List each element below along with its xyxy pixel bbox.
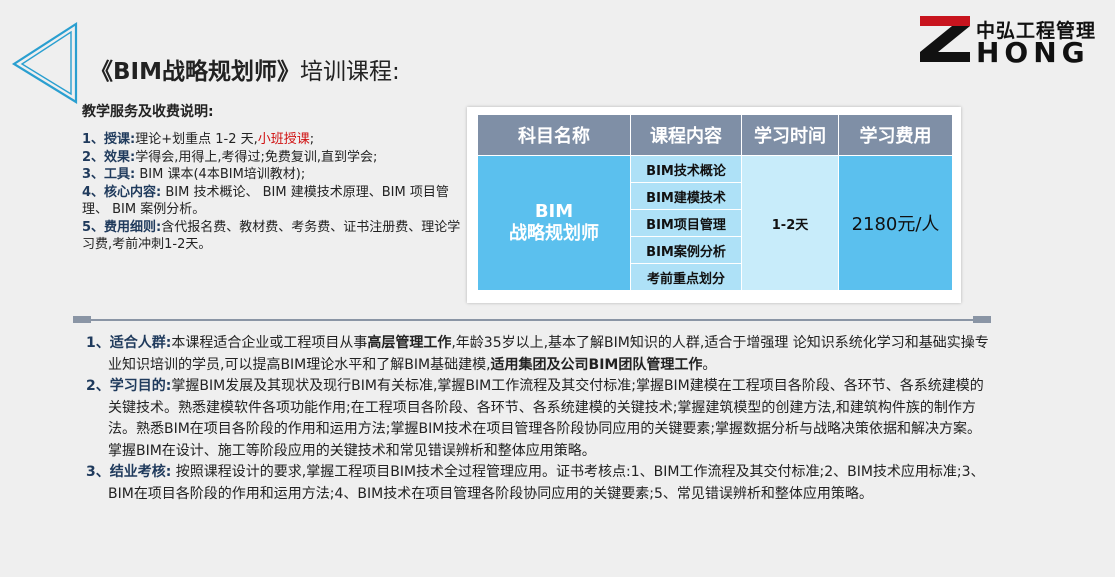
audience-text-1: 本课程适合企业或工程项目从事 (171, 335, 368, 351)
service-item: 3、工具: BIM 课本(4本BIM培训教材); (82, 166, 462, 184)
audience-bold-2: 适用集团及公司BIM团队管理工作 (490, 356, 703, 373)
service-heading: 教学服务及收费说明: (82, 104, 214, 120)
price-table: 科目名称 课程内容 学习时间 学习费用 BIM 战略规划师 BIM技术概论 1-… (477, 114, 953, 291)
audience-bold-1: 高层管理工作 (367, 335, 452, 351)
fee-cell: 2180元/人 (838, 155, 953, 291)
service-label: 3、工具: (82, 167, 136, 182)
service-tail: ; (309, 132, 315, 147)
content-cell: BIM技术概论 (630, 155, 742, 183)
service-label: 4、核心内容: (82, 184, 162, 200)
section-divider (73, 316, 991, 324)
table-header-row: 科目名称 课程内容 学习时间 学习费用 (477, 114, 953, 156)
header-content: 课程内容 (630, 114, 742, 156)
table-row: BIM 战略规划师 BIM技术概论 1-2天 2180元/人 (477, 155, 953, 291)
goal-text: 掌握BIM发展及其现状及现行BIM有关标准,掌握BIM工作流程及其交付标准;掌握… (108, 378, 984, 459)
service-text: 理论+划重点 1-2 天, (135, 132, 258, 147)
content-cell: BIM案例分析 (630, 236, 742, 264)
goal-paragraph: 2、学习目的:掌握BIM发展及其现状及现行BIM有关标准,掌握BIM工作流程及其… (86, 376, 991, 462)
triangle-logo-icon (11, 21, 78, 104)
content-cell: BIM项目管理 (630, 209, 742, 237)
header-time: 学习时间 (741, 114, 839, 156)
service-item: 2、效果:学得会,用得上,考得过;免费复训,直到学会; (82, 149, 462, 167)
subject-line2: 战略规划师 (509, 223, 599, 244)
audience-label: 1、适合人群: (86, 335, 172, 351)
brand-logo: 中弘工程管理 HONG (918, 14, 1098, 69)
header-fee: 学习费用 (838, 114, 953, 156)
page-title: 《BIM战略规划师》培训课程: (90, 52, 400, 86)
service-label: 1、授课: (82, 132, 136, 147)
divider-line (83, 319, 981, 321)
exam-paragraph: 3、结业考核: 按照课程设计的要求,掌握工程项目BIM技术全过程管理应用。证书考… (86, 462, 991, 505)
z-logo-icon (920, 16, 970, 62)
details-section: 1、适合人群:本课程适合企业或工程项目从事高层管理工作,年龄35岁以上,基本了解… (86, 333, 991, 505)
service-label: 2、效果: (82, 149, 136, 165)
audience-text-3: 。 (702, 356, 717, 373)
service-list: 1、授课:理论+划重点 1-2 天,小班授课; 2、效果:学得会,用得上,考得过… (82, 131, 462, 254)
goal-label: 2、学习目的: (86, 378, 172, 394)
content-cell: 考前重点划分 (630, 263, 742, 291)
service-highlight: 小班授课 (257, 132, 310, 147)
service-item: 4、核心内容: BIM 技术概论、 BIM 建模技术原理、BIM 项目管理、 B… (82, 184, 462, 219)
price-table-card: 科目名称 课程内容 学习时间 学习费用 BIM 战略规划师 BIM技术概论 1-… (467, 107, 961, 303)
content-cell: BIM建模技术 (630, 182, 742, 210)
exam-text: 按照课程设计的要求,掌握工程项目BIM技术全过程管理应用。证书考核点:1、BIM… (108, 464, 985, 502)
subject-cell: BIM 战略规划师 (477, 155, 631, 291)
audience-paragraph: 1、适合人群:本课程适合企业或工程项目从事高层管理工作,年龄35岁以上,基本了解… (86, 333, 991, 376)
service-label: 5、费用细则: (82, 219, 162, 235)
title-suffix: 培训课程: (299, 59, 400, 85)
header-subject: 科目名称 (477, 114, 631, 156)
subject-line1: BIM (534, 201, 574, 222)
time-cell: 1-2天 (741, 155, 839, 291)
service-item: 5、费用细则:含代报名费、教材费、考务费、证书注册费、理论学习费,考前冲刺1-2… (82, 219, 462, 254)
service-item: 1、授课:理论+划重点 1-2 天,小班授课; (82, 131, 462, 149)
service-text: 学得会,用得上,考得过;免费复训,直到学会; (135, 149, 378, 165)
title-course-name: 《BIM战略规划师》 (90, 59, 300, 85)
service-text: BIM 课本(4本BIM培训教材); (135, 167, 306, 182)
brand-name-en: HONG (976, 36, 1090, 69)
divider-cap-right (973, 316, 991, 323)
exam-label: 3、结业考核: (86, 464, 172, 480)
